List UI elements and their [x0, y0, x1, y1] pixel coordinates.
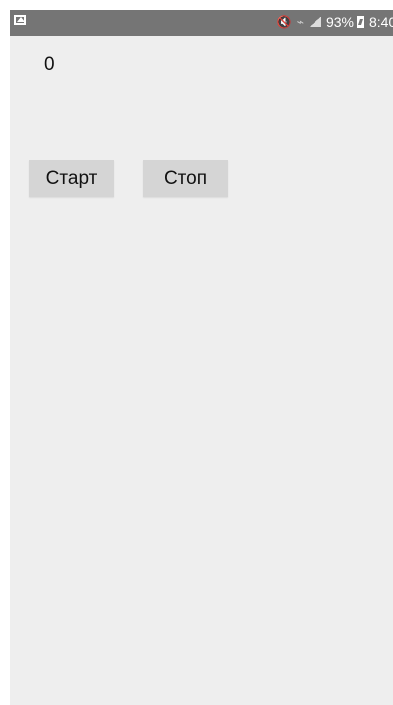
mute-icon: 🔇	[276, 15, 292, 29]
battery-percent: 93%	[325, 14, 354, 30]
wifi-icon: ⌁	[296, 15, 304, 29]
counter-value: 0	[44, 54, 55, 75]
status-bar: 🔇 ⌁ 93% 8:40	[10, 10, 393, 36]
signal-icon	[308, 17, 321, 27]
start-button[interactable]: Старт	[29, 160, 114, 197]
status-indicators: 🔇 ⌁ 93% 8:40	[277, 14, 393, 30]
app-screen: 🔇 ⌁ 93% 8:40 0 Старт Стоп	[10, 10, 393, 705]
clock-time: 8:40	[369, 14, 393, 30]
battery-charging-icon	[357, 16, 364, 28]
stop-button[interactable]: Стоп	[143, 160, 228, 197]
gallery-icon	[14, 15, 26, 25]
